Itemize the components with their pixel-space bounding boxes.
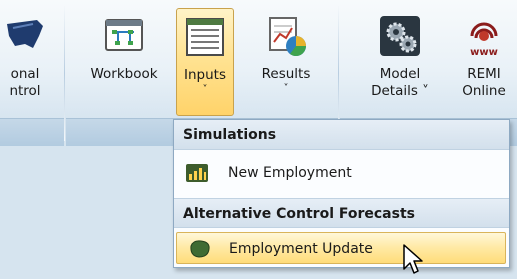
workbook-icon	[105, 19, 143, 51]
employment-chart-icon	[186, 164, 208, 182]
group-separator	[64, 6, 65, 141]
menu-item-label: Employment Update	[229, 241, 373, 257]
model-details-label: Model Details ˅	[371, 66, 429, 99]
chevron-down-icon: ˅	[202, 84, 208, 95]
menu-section-simulations: Simulations	[174, 120, 509, 150]
menu-item-employment-update[interactable]: Employment Update	[176, 232, 506, 264]
remi-www-text: www	[470, 47, 498, 58]
regional-control-button[interactable]: onal ntrol	[0, 8, 56, 116]
inputs-icon	[186, 18, 224, 56]
regional-control-label: onal ntrol	[9, 66, 41, 99]
remi-online-label: REMI Online	[462, 66, 506, 99]
model-details-button[interactable]: Model Details ˅	[360, 8, 440, 116]
menu-item-label: New Employment	[228, 165, 352, 181]
inputs-dropdown-menu: Simulations New Employment Alternative C…	[173, 119, 510, 268]
group-footer-left	[0, 118, 64, 146]
results-chart-icon	[269, 17, 306, 56]
remi-www-icon: www	[470, 22, 498, 58]
mouse-cursor-icon	[403, 244, 423, 274]
menu-section-alternative-control-forecasts: Alternative Control Forecasts	[174, 198, 509, 228]
workbook-button[interactable]: Workbook	[81, 8, 167, 116]
menu-item-new-employment[interactable]: New Employment	[174, 157, 509, 189]
model-gear-icon	[380, 16, 420, 56]
results-label: Results	[261, 66, 311, 82]
employment-update-icon	[190, 240, 210, 258]
workbook-label: Workbook	[90, 66, 158, 82]
map-icon	[7, 20, 43, 48]
chevron-down-icon: ˅	[283, 83, 289, 94]
remi-online-button[interactable]: www REMI Online	[453, 8, 515, 116]
results-button[interactable]: Results ˅	[256, 8, 316, 116]
inputs-label: Inputs	[184, 67, 226, 83]
inputs-button[interactable]: Inputs ˅	[176, 8, 234, 116]
